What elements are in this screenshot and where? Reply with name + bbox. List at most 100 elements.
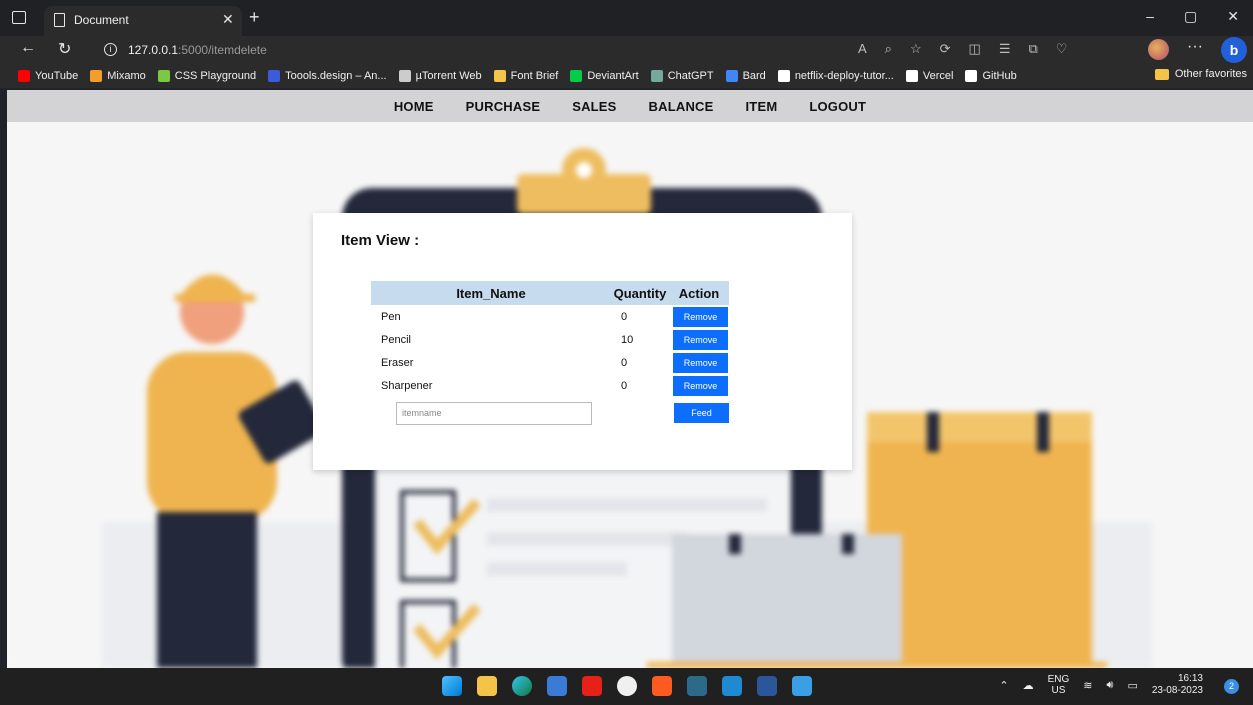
bookmark-item[interactable]: netflix-deploy-tutor... — [777, 70, 894, 82]
nav-sales[interactable]: SALES — [572, 99, 616, 114]
nav-purchase[interactable]: PURCHASE — [466, 99, 541, 114]
cell-item-name: Pen — [381, 310, 401, 323]
tab-actions-icon[interactable] — [12, 11, 26, 24]
clock-time: 16:13 — [1177, 673, 1203, 684]
bookmark-item[interactable]: Toools.design – An... — [268, 70, 387, 82]
feed-button[interactable]: Feed — [674, 403, 729, 423]
url-field[interactable]: i 127.0.0.1:5000/itemdelete — [90, 38, 960, 62]
refresh-icon[interactable]: ↻ — [58, 39, 71, 59]
remove-button[interactable]: Remove — [673, 329, 728, 350]
itemname-input[interactable] — [396, 401, 592, 425]
browser-essentials-icon[interactable]: ♡ — [1056, 41, 1068, 57]
other-favorites-label: Other favorites — [1174, 68, 1247, 80]
windows-taskbar: ⌃ ☁ ENG US ≋ 🔊︎ ▭ 16:13 23-08-2023 2 — [0, 668, 1253, 705]
browser-tab[interactable]: Document ✕ — [44, 6, 242, 36]
nav-balance[interactable]: BALANCE — [649, 99, 714, 114]
edge-icon[interactable] — [512, 676, 532, 696]
bookmark-label: YouTube — [35, 70, 79, 82]
bookmark-item[interactable]: Font Brief — [493, 70, 559, 82]
window-controls: – ▢ ✕ — [1146, 8, 1239, 25]
back-icon[interactable]: ← — [20, 39, 36, 57]
remove-button[interactable]: Remove — [673, 306, 728, 327]
header-item-name: Item_Name — [456, 285, 526, 301]
table-row: Pencil 10 Remove — [371, 328, 729, 351]
bookmark-label: Toools.design – An... — [285, 70, 387, 82]
tab-title: Document — [74, 13, 129, 27]
zoom-icon[interactable]: ⌕ — [885, 41, 892, 57]
nav-item[interactable]: ITEM — [746, 99, 778, 114]
bookmark-label: ChatGPT — [667, 70, 714, 82]
bookmark-item[interactable]: CSS Playground — [157, 70, 257, 82]
onedrive-icon[interactable]: ☁ — [1023, 679, 1034, 692]
read-aloud-icon[interactable]: A — [858, 41, 867, 57]
site-navbar: HOME PURCHASE SALES BALANCE ITEM LOGOUT — [7, 90, 1253, 122]
restore-icon[interactable]: ▢ — [1184, 8, 1197, 25]
minimize-icon[interactable]: – — [1146, 8, 1154, 25]
volume-icon[interactable]: 🔊︎ — [1107, 679, 1114, 692]
language-indicator[interactable]: ENG US — [1048, 674, 1070, 696]
start-icon[interactable] — [442, 676, 462, 696]
bookmark-icon — [90, 70, 103, 82]
header-action: Action — [678, 285, 720, 301]
store-icon[interactable] — [547, 676, 567, 696]
web-page: HOME PURCHASE SALES BALANCE ITEM LOGOUT … — [7, 90, 1253, 668]
youtube-app-icon[interactable] — [582, 676, 602, 696]
table-header: Item_Name Quantity Action — [371, 281, 729, 305]
word-icon[interactable] — [757, 676, 777, 696]
extensions-icon[interactable]: ⟳ — [940, 41, 951, 57]
cell-item-name: Pencil — [381, 333, 411, 346]
bookmark-icon — [777, 70, 790, 82]
bookmark-icon — [725, 70, 738, 82]
nav-logout[interactable]: LOGOUT — [809, 99, 866, 114]
bookmark-item[interactable]: DeviantArt — [570, 70, 639, 82]
other-favorites[interactable]: Other favorites — [1154, 68, 1247, 80]
collections-icon[interactable]: ⧉ — [1028, 41, 1037, 57]
bookmark-icon — [157, 70, 170, 82]
more-menu-icon[interactable]: ··· — [1187, 38, 1203, 56]
vscode-icon[interactable] — [722, 676, 742, 696]
table-row: Pen 0 Remove — [371, 305, 729, 328]
remove-button[interactable]: Remove — [673, 352, 728, 373]
brave-icon[interactable] — [652, 676, 672, 696]
items-table: Item_Name Quantity Action Pen 0 Remove Penc… — [371, 281, 729, 425]
cell-item-name: Sharpener — [381, 379, 433, 392]
bookmark-item[interactable]: ChatGPT — [650, 70, 714, 82]
photos-icon[interactable] — [792, 676, 812, 696]
snipping-tool-icon[interactable] — [687, 676, 707, 696]
close-window-icon[interactable]: ✕ — [1227, 8, 1239, 25]
favorite-star-icon[interactable]: ☆ — [910, 41, 922, 57]
file-explorer-icon[interactable] — [477, 676, 497, 696]
github-app-icon[interactable] — [617, 676, 637, 696]
site-info-icon[interactable]: i — [104, 43, 117, 56]
bookmark-item[interactable]: µTorrent Web — [398, 70, 482, 82]
split-screen-icon[interactable]: ◫ — [969, 41, 981, 57]
battery-icon[interactable]: ▭ — [1127, 679, 1137, 692]
bookmark-icon — [570, 70, 583, 82]
remove-button[interactable]: Remove — [673, 375, 728, 396]
bookmark-item[interactable]: YouTube — [18, 70, 78, 82]
system-tray: ⌃ ☁ ENG US ≋ 🔊︎ ▭ 16:13 23-08-2023 — [999, 673, 1203, 697]
bookmark-icon — [650, 70, 663, 82]
clock-date: 23-08-2023 — [1151, 685, 1203, 696]
url-host: 127.0.0.1 — [128, 43, 179, 57]
bookmark-item[interactable]: Bard — [725, 70, 766, 82]
table-row: Sharpener 0 Remove — [371, 374, 729, 397]
nav-home[interactable]: HOME — [394, 99, 434, 114]
bookmark-item[interactable]: GitHub — [965, 70, 1017, 82]
wifi-icon[interactable]: ≋ — [1083, 679, 1092, 692]
bookmark-label: CSS Playground — [174, 70, 257, 82]
clock[interactable]: 16:13 23-08-2023 — [1152, 673, 1203, 697]
notification-badge[interactable]: 2 — [1224, 679, 1239, 694]
bookmark-item[interactable]: Vercel — [905, 70, 954, 82]
bookmark-item[interactable]: Mixamo — [90, 70, 146, 82]
favorites-icon[interactable]: ☰ — [999, 41, 1011, 57]
close-tab-icon[interactable]: ✕ — [222, 11, 234, 28]
profile-avatar[interactable] — [1148, 39, 1169, 60]
cell-quantity: 10 — [621, 333, 634, 346]
chevron-up-icon[interactable]: ⌃ — [999, 679, 1008, 692]
new-tab-icon[interactable]: + — [249, 7, 260, 28]
bookmark-label: Vercel — [922, 70, 954, 82]
bookmark-icon — [905, 70, 918, 82]
bing-copilot-icon[interactable]: b — [1221, 37, 1247, 63]
bookmark-label: Font Brief — [510, 70, 559, 82]
